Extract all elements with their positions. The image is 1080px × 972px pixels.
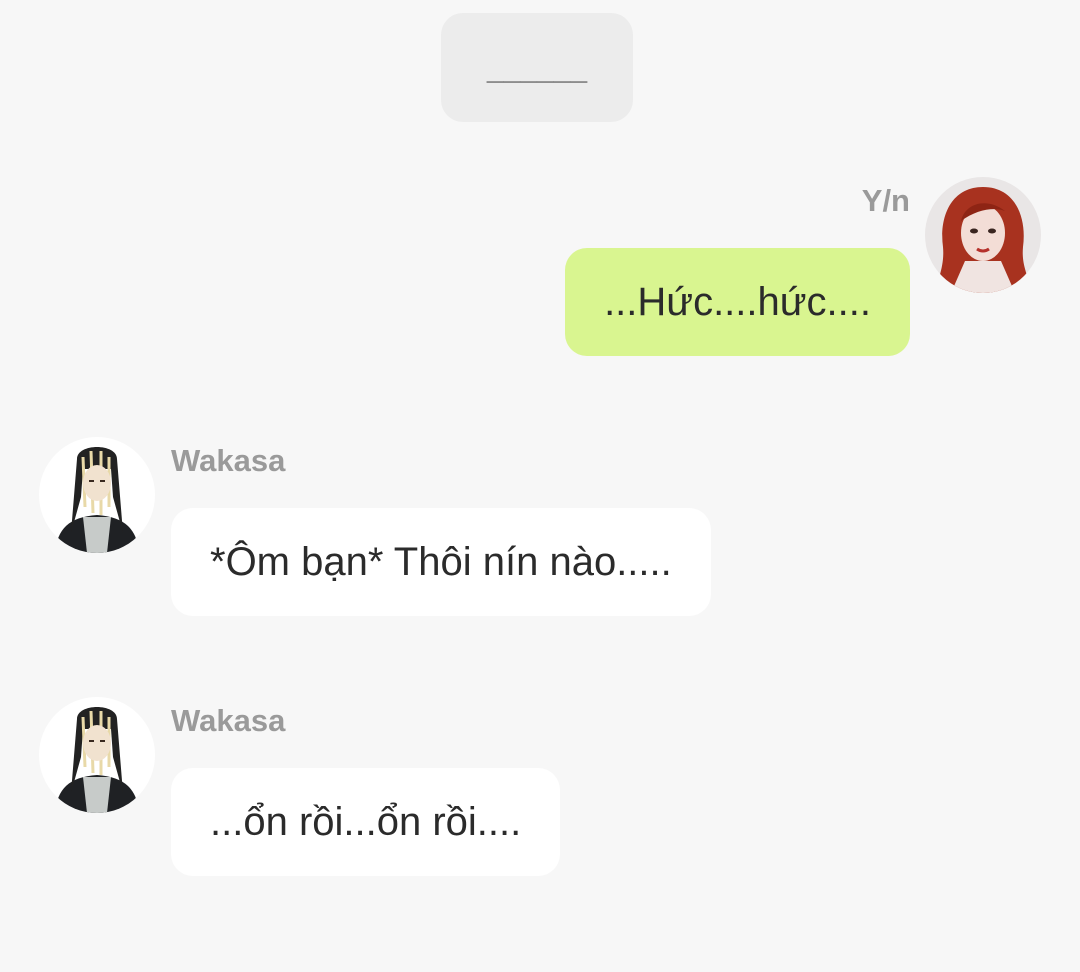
message-text: ...ổn rồi...ổn rồi.... bbox=[210, 799, 522, 844]
message-text: ...Hức....hức.... bbox=[604, 279, 871, 324]
system-message-text: ______ bbox=[486, 50, 588, 84]
wakasa-avatar[interactable] bbox=[39, 437, 155, 553]
sender-name: Wakasa bbox=[171, 703, 286, 738]
wakasa-avatar[interactable] bbox=[39, 697, 155, 813]
message-bubble[interactable]: *Ôm bạn* Thôi nín nào..... bbox=[171, 508, 711, 616]
avatar-image bbox=[925, 177, 1041, 293]
message-bubble[interactable]: ...Hức....hức.... bbox=[565, 248, 910, 356]
avatar-image bbox=[39, 437, 155, 553]
sender-name: Y/n bbox=[861, 183, 910, 218]
system-message: ______ bbox=[441, 13, 633, 122]
message-bubble[interactable]: ...ổn rồi...ổn rồi.... bbox=[171, 768, 561, 876]
message-text: *Ôm bạn* Thôi nín nào..... bbox=[210, 539, 672, 584]
redhead-girl-avatar[interactable] bbox=[925, 177, 1041, 293]
sender-name: Wakasa bbox=[171, 443, 286, 478]
avatar-image bbox=[39, 697, 155, 813]
